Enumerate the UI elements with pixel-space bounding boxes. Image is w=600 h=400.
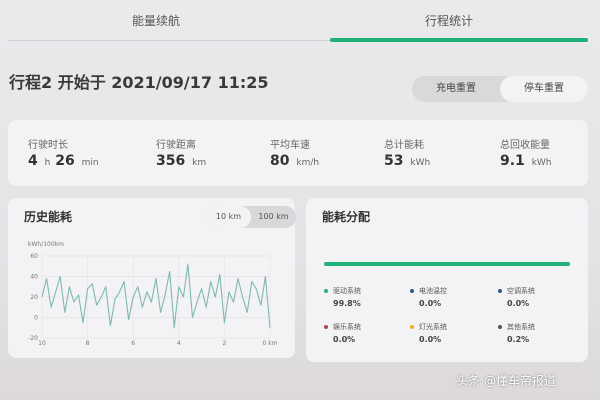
dist-item-pct: 0.0%: [333, 335, 356, 344]
stat-value: 53 kWh: [384, 153, 430, 169]
stat-number: 356: [156, 153, 186, 169]
dist-item-name: 驱动系统: [333, 287, 361, 295]
stat-unit: km/h: [296, 158, 320, 168]
stat-number: 80: [270, 153, 290, 169]
energy-distribution-card: 能耗分配 驱动系统 99.8% 电池温控 0.0% 空调系统 0.0% 娱乐系统…: [306, 198, 588, 362]
trip-stats-card: 行驶时长 4 h 26 min 行驶距离 356 km 平均车速 80 km/h…: [8, 120, 588, 186]
y-tick-label: 20: [30, 294, 38, 301]
reset-button-group: 充电重置 停车重置: [412, 76, 588, 102]
trip-title: 行程2 开始于 2021/09/17 11:25: [9, 73, 269, 92]
dist-item-pct: 0.2%: [507, 335, 530, 344]
stat-label: 总回收能量: [500, 140, 550, 151]
tab-trip-stats[interactable]: 行程统计: [425, 12, 473, 29]
x-tick-label: 6: [131, 340, 135, 347]
x-tick-label: 8: [86, 340, 90, 347]
history-energy-card: 历史能耗 10 km 100 km kWh/100km 60 40 20 0 -20 10…: [8, 198, 296, 358]
y-tick-label: 0: [34, 315, 38, 322]
dist-item-pct: 0.0%: [507, 299, 530, 308]
stat-unit: kWh: [410, 158, 431, 168]
legend-dot: [324, 289, 328, 293]
stat-label: 总计能耗: [384, 140, 424, 151]
stat-value: 9.1 kWh: [500, 153, 552, 169]
charge-reset-button[interactable]: 充电重置: [412, 76, 500, 102]
history-line-chart: 60 40 20 0 -2010 8 6 4 2 0 km: [28, 253, 277, 347]
tab-energy-range[interactable]: 能量续航: [132, 12, 180, 29]
stat-total-energy: 总计能耗 53 kWh: [384, 136, 430, 169]
stat-unit: kWh: [531, 158, 552, 168]
stat-unit: km: [192, 158, 207, 168]
stat-unit-hours: h: [44, 158, 51, 168]
active-tab-indicator: [330, 38, 588, 42]
park-reset-button[interactable]: 停车重置: [500, 76, 588, 102]
y-tick-label: 60: [30, 253, 38, 260]
dist-item-entertainment: 娱乐系统 0.0%: [324, 322, 361, 344]
x-tick-label: 0 km: [262, 340, 277, 347]
stat-label: 行驶距离: [156, 140, 196, 151]
legend-dot: [410, 325, 414, 329]
dist-item-name: 灯光系统: [419, 323, 447, 331]
dist-item-name: 娱乐系统: [333, 323, 361, 331]
watermark: 头条 @懂车帝报道: [456, 374, 556, 388]
stat-avg-speed: 平均车速 80 km/h: [270, 136, 319, 169]
legend-dot: [324, 325, 328, 329]
legend-dot: [498, 289, 502, 293]
stat-value-minutes: 26: [55, 153, 75, 169]
stat-drive-time: 行驶时长 4 h 26 min: [28, 136, 99, 169]
y-tick-label: 40: [30, 274, 38, 281]
dist-item-name: 空调系统: [507, 287, 535, 295]
stat-label: 行驶时长: [28, 140, 68, 151]
dist-item-other: 其他系统 0.2%: [498, 322, 535, 344]
stat-value-hours: 4: [28, 153, 38, 169]
x-tick-label: 10: [38, 340, 46, 347]
legend-dot: [410, 289, 414, 293]
dist-item-battery: 电池温控 0.0%: [410, 286, 447, 308]
stat-label: 平均车速: [270, 140, 310, 151]
stat-unit-minutes: min: [81, 158, 99, 168]
dist-item-name: 电池温控: [419, 287, 447, 295]
stat-recovered-energy: 总回收能量 9.1 kWh: [500, 136, 552, 169]
stat-value: 4 h 26 min: [28, 153, 99, 169]
stat-number: 9.1: [500, 153, 525, 169]
x-tick-label: 2: [222, 340, 226, 347]
stat-number: 53: [384, 153, 404, 169]
dist-item-drive: 驱动系统 99.8%: [324, 286, 361, 308]
distribution-bar: [324, 262, 570, 266]
dist-item-name: 其他系统: [507, 323, 535, 331]
energy-series-line: [41, 263, 271, 329]
dist-item-ac: 空调系统 0.0%: [498, 286, 535, 308]
stat-distance: 行驶距离 356 km: [156, 136, 206, 169]
legend-dot: [498, 325, 502, 329]
x-tick-label: 4: [177, 340, 181, 347]
distribution-title: 能耗分配: [322, 210, 371, 224]
top-tab-bar: 能量续航 行程统计: [0, 0, 600, 44]
stat-value: 356 km: [156, 153, 206, 169]
dist-item-pct: 0.0%: [419, 335, 442, 344]
stat-value: 80 km/h: [270, 153, 319, 169]
dist-item-pct: 0.0%: [419, 299, 442, 308]
y-tick-label: -20: [28, 335, 38, 342]
dist-item-pct: 99.8%: [333, 299, 361, 308]
dist-item-lights: 灯光系统 0.0%: [410, 322, 447, 344]
